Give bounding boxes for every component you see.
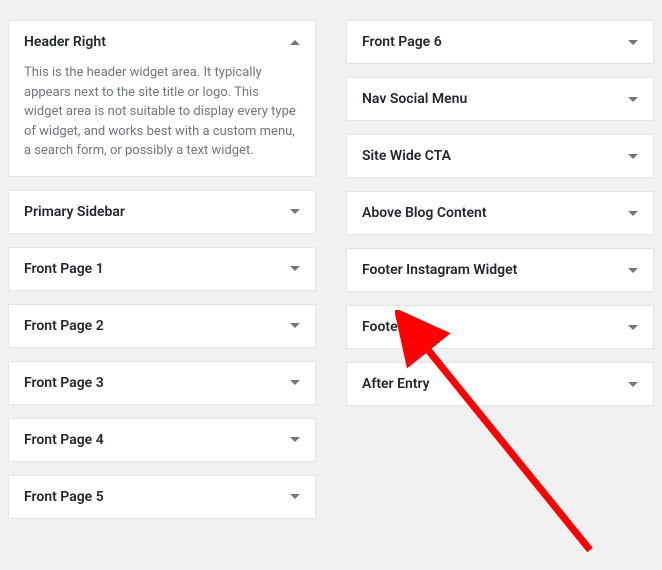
expand-icon [290, 266, 300, 271]
expand-icon [290, 437, 300, 442]
widget-panel-front-page-3: Front Page 3 [8, 361, 316, 405]
widget-header-above-blog-content[interactable]: Above Blog Content [347, 192, 653, 234]
widget-panel-front-page-2: Front Page 2 [8, 304, 316, 348]
widget-header-nav-social-menu[interactable]: Nav Social Menu [347, 78, 653, 120]
widget-title: Front Page 4 [24, 432, 104, 448]
widget-panel-front-page-4: Front Page 4 [8, 418, 316, 462]
expand-icon [628, 211, 638, 216]
widget-title: Nav Social Menu [362, 91, 467, 107]
widget-title: Footer Instagram Widget [362, 262, 517, 278]
widget-header-front-page-6[interactable]: Front Page 6 [347, 21, 653, 63]
expand-icon [628, 154, 638, 159]
right-column: Front Page 6 Nav Social Menu Site Wide C… [346, 20, 654, 519]
collapse-icon [290, 40, 300, 45]
expand-icon [290, 494, 300, 499]
widget-header-front-page-3[interactable]: Front Page 3 [9, 362, 315, 404]
widget-title: Header Right [24, 34, 106, 50]
widget-header-header-right[interactable]: Header Right [9, 21, 315, 63]
widget-header-footer-instagram-widget[interactable]: Footer Instagram Widget [347, 249, 653, 291]
widget-header-front-page-5[interactable]: Front Page 5 [9, 476, 315, 518]
widget-panel-footer: Footer [346, 305, 654, 349]
widget-panel-footer-instagram-widget: Footer Instagram Widget [346, 248, 654, 292]
widget-header-site-wide-cta[interactable]: Site Wide CTA [347, 135, 653, 177]
widget-title: Site Wide CTA [362, 148, 451, 164]
widget-panel-front-page-1: Front Page 1 [8, 247, 316, 291]
widget-header-front-page-1[interactable]: Front Page 1 [9, 248, 315, 290]
left-column: Header Right This is the header widget a… [8, 20, 316, 519]
widget-title: Front Page 3 [24, 375, 104, 391]
expand-icon [628, 40, 638, 45]
expand-icon [290, 380, 300, 385]
widget-title: Front Page 6 [362, 34, 442, 50]
widget-title: Above Blog Content [362, 205, 487, 221]
expand-icon [290, 209, 300, 214]
widget-header-front-page-2[interactable]: Front Page 2 [9, 305, 315, 347]
widget-title: Primary Sidebar [24, 204, 125, 220]
widget-panel-front-page-5: Front Page 5 [8, 475, 316, 519]
widget-title: After Entry [362, 376, 430, 392]
expand-icon [290, 323, 300, 328]
widget-title: Front Page 2 [24, 318, 104, 334]
expand-icon [628, 97, 638, 102]
widget-panel-header-right: Header Right This is the header widget a… [8, 20, 316, 177]
widget-header-footer[interactable]: Footer [347, 306, 653, 348]
widget-panel-front-page-6: Front Page 6 [346, 20, 654, 64]
widget-panel-after-entry: After Entry [346, 362, 654, 406]
widget-panel-primary-sidebar: Primary Sidebar [8, 190, 316, 234]
widget-description: This is the header widget area. It typic… [9, 63, 315, 176]
widget-areas-container: Header Right This is the header widget a… [8, 20, 654, 519]
expand-icon [628, 382, 638, 387]
widget-title: Front Page 5 [24, 489, 104, 505]
widget-header-after-entry[interactable]: After Entry [347, 363, 653, 405]
widget-panel-site-wide-cta: Site Wide CTA [346, 134, 654, 178]
widget-title: Front Page 1 [24, 261, 104, 277]
widget-panel-above-blog-content: Above Blog Content [346, 191, 654, 235]
expand-icon [628, 268, 638, 273]
expand-icon [628, 325, 638, 330]
widget-header-front-page-4[interactable]: Front Page 4 [9, 419, 315, 461]
widget-header-primary-sidebar[interactable]: Primary Sidebar [9, 191, 315, 233]
widget-title: Footer [362, 319, 403, 335]
widget-panel-nav-social-menu: Nav Social Menu [346, 77, 654, 121]
